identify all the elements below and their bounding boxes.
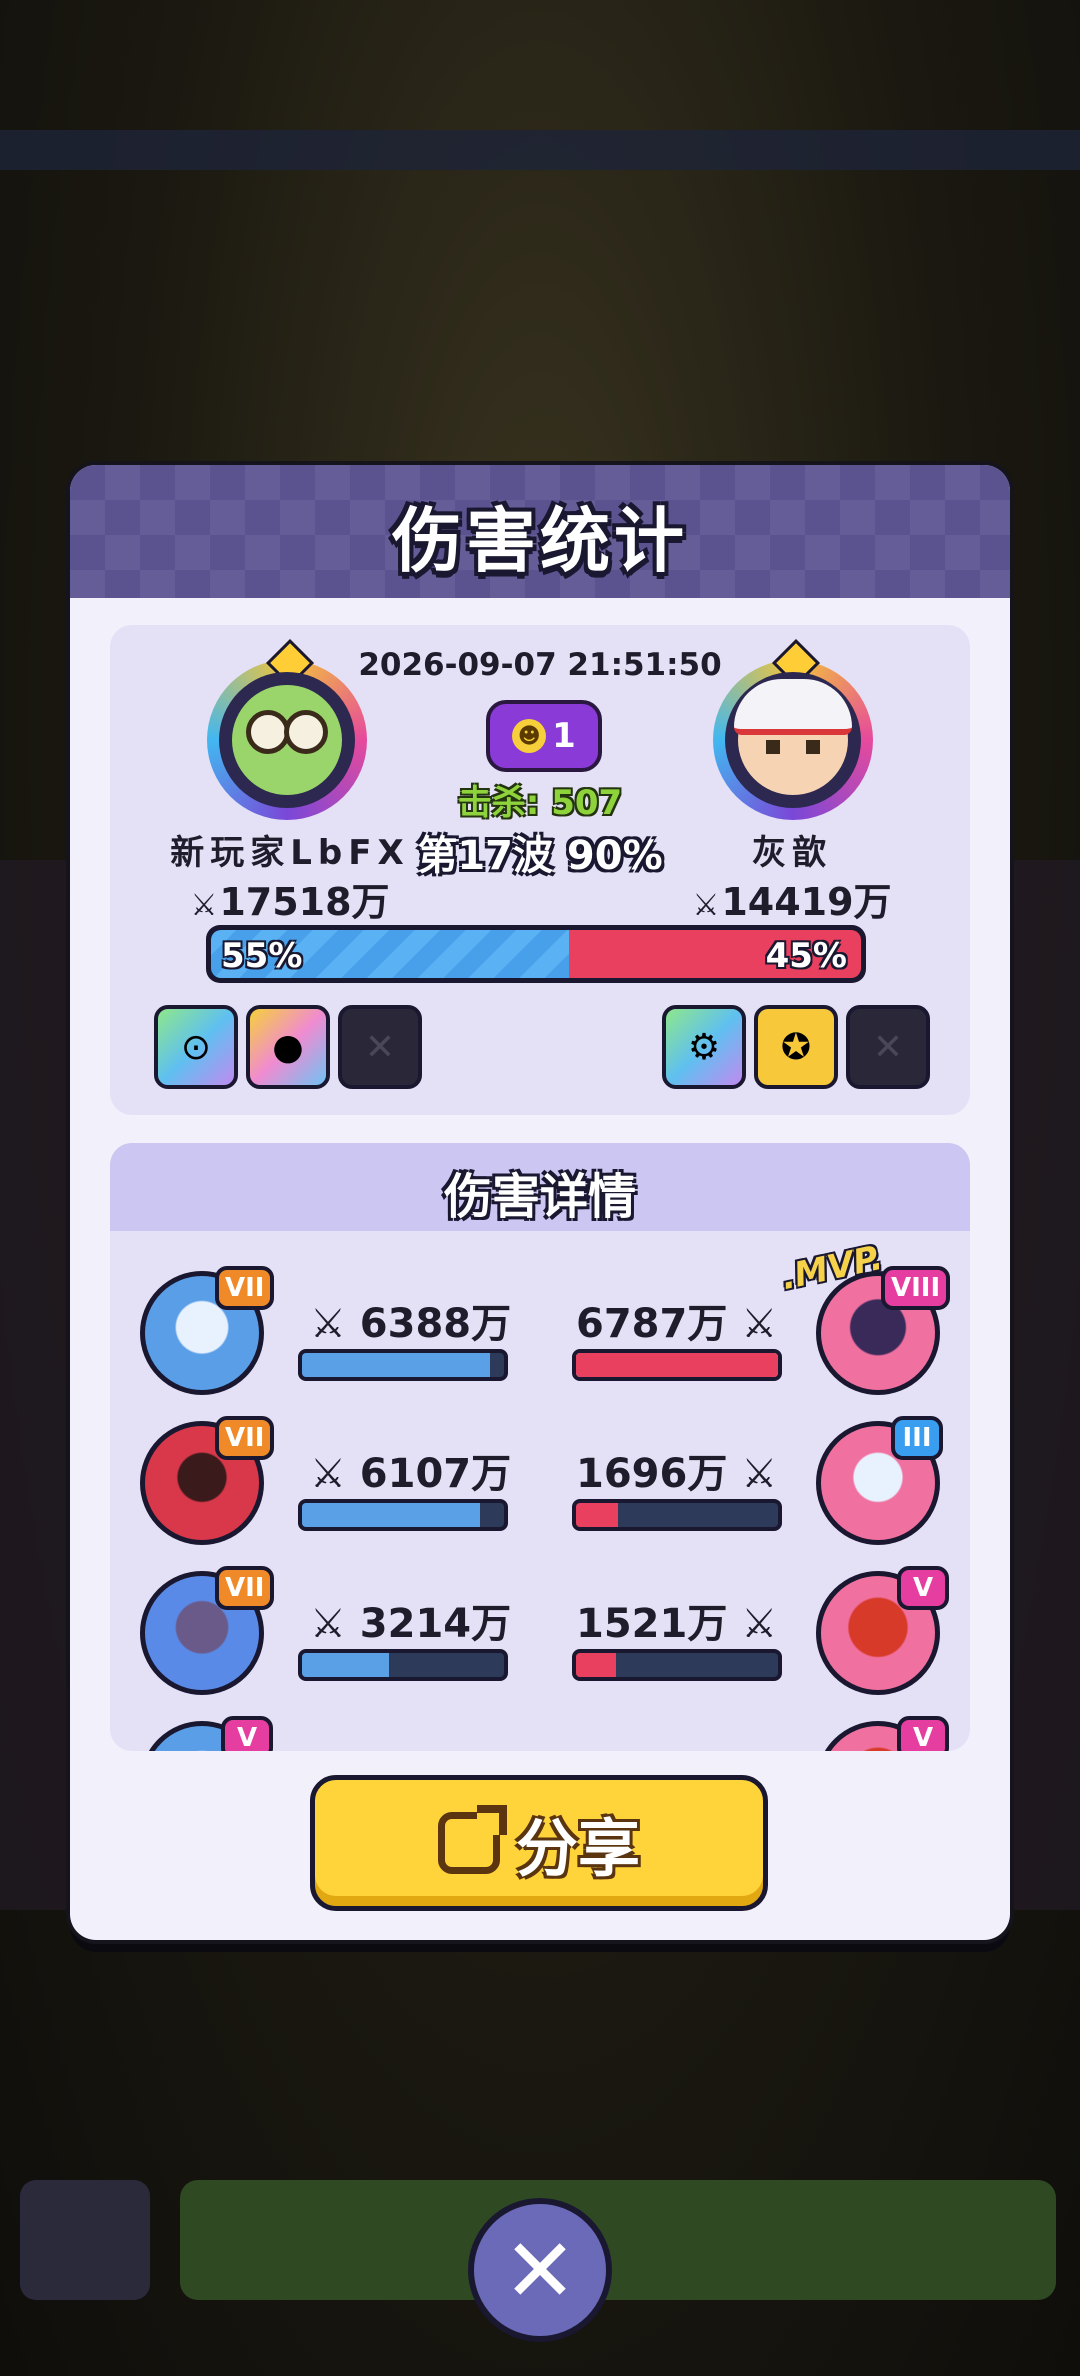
cat-icon: ● xyxy=(272,1026,304,1068)
rank-badge: V xyxy=(897,1566,949,1610)
dialog-title: 伤害统计 xyxy=(392,500,688,582)
left-damage-value: ⚔ 6107万 xyxy=(310,1451,512,1497)
kill-badge: ☻ 1 xyxy=(486,700,602,772)
empty-slot-icon: ✕ xyxy=(364,1026,396,1068)
rank-badge: VIII xyxy=(881,1266,951,1310)
rank-badge: VII xyxy=(215,1416,275,1460)
rank-badge: VII xyxy=(215,1566,275,1610)
right-damage-value: 6787万 ⚔ xyxy=(576,1301,778,1347)
left-damage-bar xyxy=(298,1649,508,1681)
background-corner-button xyxy=(20,2180,150,2300)
damage-details-list[interactable]: VII ⚔ 6388万 6787万 ⚔ .MVP. VIII VII ⚔ 610… xyxy=(110,1231,970,1751)
right-hero-avatar[interactable]: V xyxy=(816,1716,949,1751)
right-damage-bar xyxy=(572,1499,782,1531)
left-hero-avatar[interactable]: VII xyxy=(140,1266,275,1395)
right-damage-value: 1696万 ⚔ xyxy=(576,1451,778,1497)
power-icon: ⚔ xyxy=(741,1301,778,1347)
left-hero-avatar[interactable]: VII xyxy=(140,1566,275,1695)
close-button[interactable]: ✕ xyxy=(468,2198,612,2342)
left-hero-avatar[interactable]: VII xyxy=(140,1416,275,1545)
mvp-badge: .MVP. xyxy=(777,1237,887,1299)
right-hero-avatar[interactable]: V xyxy=(816,1566,949,1695)
skull-icon: ☻ xyxy=(512,719,547,753)
gear-icon: ⚙ xyxy=(687,1026,721,1068)
rank-badge: V xyxy=(897,1716,949,1751)
right-damage-bar xyxy=(572,1349,782,1381)
right-item-slot-2[interactable]: ✪ xyxy=(754,1005,838,1089)
right-damage-value: 1521万 ⚔ xyxy=(576,1601,778,1647)
share-button[interactable]: 分享 xyxy=(310,1775,768,1911)
background-banner xyxy=(0,130,1080,170)
target-icon: ✪ xyxy=(780,1026,812,1068)
damage-stats-dialog: 伤害统计 2026-09-07 21:51:50 新玩家LbFX ⚔17518万… xyxy=(70,465,1010,1940)
left-damage-value: ⚔ 6388万 xyxy=(310,1301,512,1347)
match-summary-card: 2026-09-07 21:51:50 新玩家LbFX ⚔17518万 灰歆 ⚔… xyxy=(110,625,970,1115)
damage-row: VII ⚔ 6107万 1696万 ⚔ III xyxy=(110,1411,970,1561)
power-icon: ⚔ xyxy=(741,1601,778,1647)
left-item-slot-1[interactable]: ⊙ xyxy=(154,1005,238,1089)
damage-details-header: 伤害详情 xyxy=(110,1143,970,1231)
share-icon xyxy=(437,1805,507,1874)
rank-badge: V xyxy=(221,1716,273,1751)
right-item-slot-3: ✕ xyxy=(846,1005,930,1089)
wave-progress: 第17波 90% xyxy=(417,833,663,879)
left-item-slot-2[interactable]: ● xyxy=(246,1005,330,1089)
ratio-right-fill: 45% xyxy=(568,930,861,978)
power-icon: ⚔ xyxy=(310,1451,346,1497)
damage-row: VII ⚔ 3214万 1521万 ⚔ V xyxy=(110,1561,970,1711)
power-icon: ⚔ xyxy=(190,888,218,923)
power-icon: ⚔ xyxy=(310,1601,346,1647)
power-icon: ⚔ xyxy=(310,1301,346,1347)
damage-ratio-bar: 55% 45% xyxy=(206,925,866,983)
item-icon: ⊙ xyxy=(180,1026,212,1068)
share-button-label: 分享 xyxy=(515,1812,640,1885)
right-damage-bar xyxy=(572,1649,782,1681)
empty-slot-icon: ✕ xyxy=(872,1026,904,1068)
ratio-left-fill: 55% xyxy=(211,930,569,978)
power-icon: ⚔ xyxy=(741,1451,778,1497)
rank-badge: III xyxy=(891,1416,943,1460)
right-hero-avatar[interactable]: III xyxy=(816,1416,943,1545)
background-bottom-button xyxy=(180,2180,1056,2300)
kill-count: 击杀: 507 xyxy=(457,783,623,823)
left-damage-bar xyxy=(298,1499,508,1531)
damage-details-title: 伤害详情 xyxy=(443,1169,636,1225)
left-item-slot-3: ✕ xyxy=(338,1005,422,1089)
dialog-header: 伤害统计 xyxy=(70,465,1010,598)
power-icon: ⚔ xyxy=(692,888,720,923)
left-damage-value: ⚔ 3214万 xyxy=(310,1601,512,1647)
right-item-slot-1[interactable]: ⚙ xyxy=(662,1005,746,1089)
left-hero-avatar[interactable]: V xyxy=(140,1716,273,1751)
ratio-left-label: 55% xyxy=(221,936,303,976)
rank-badge: VII xyxy=(215,1266,275,1310)
damage-row: VII ⚔ 6388万 6787万 ⚔ .MVP. VIII xyxy=(110,1238,970,1411)
close-icon: ✕ xyxy=(503,2218,577,2322)
right-hero-avatar[interactable]: .MVP. VIII xyxy=(778,1238,951,1395)
left-damage-bar xyxy=(298,1349,508,1381)
damage-row: V V xyxy=(110,1711,970,1751)
ratio-right-label: 45% xyxy=(765,936,847,976)
